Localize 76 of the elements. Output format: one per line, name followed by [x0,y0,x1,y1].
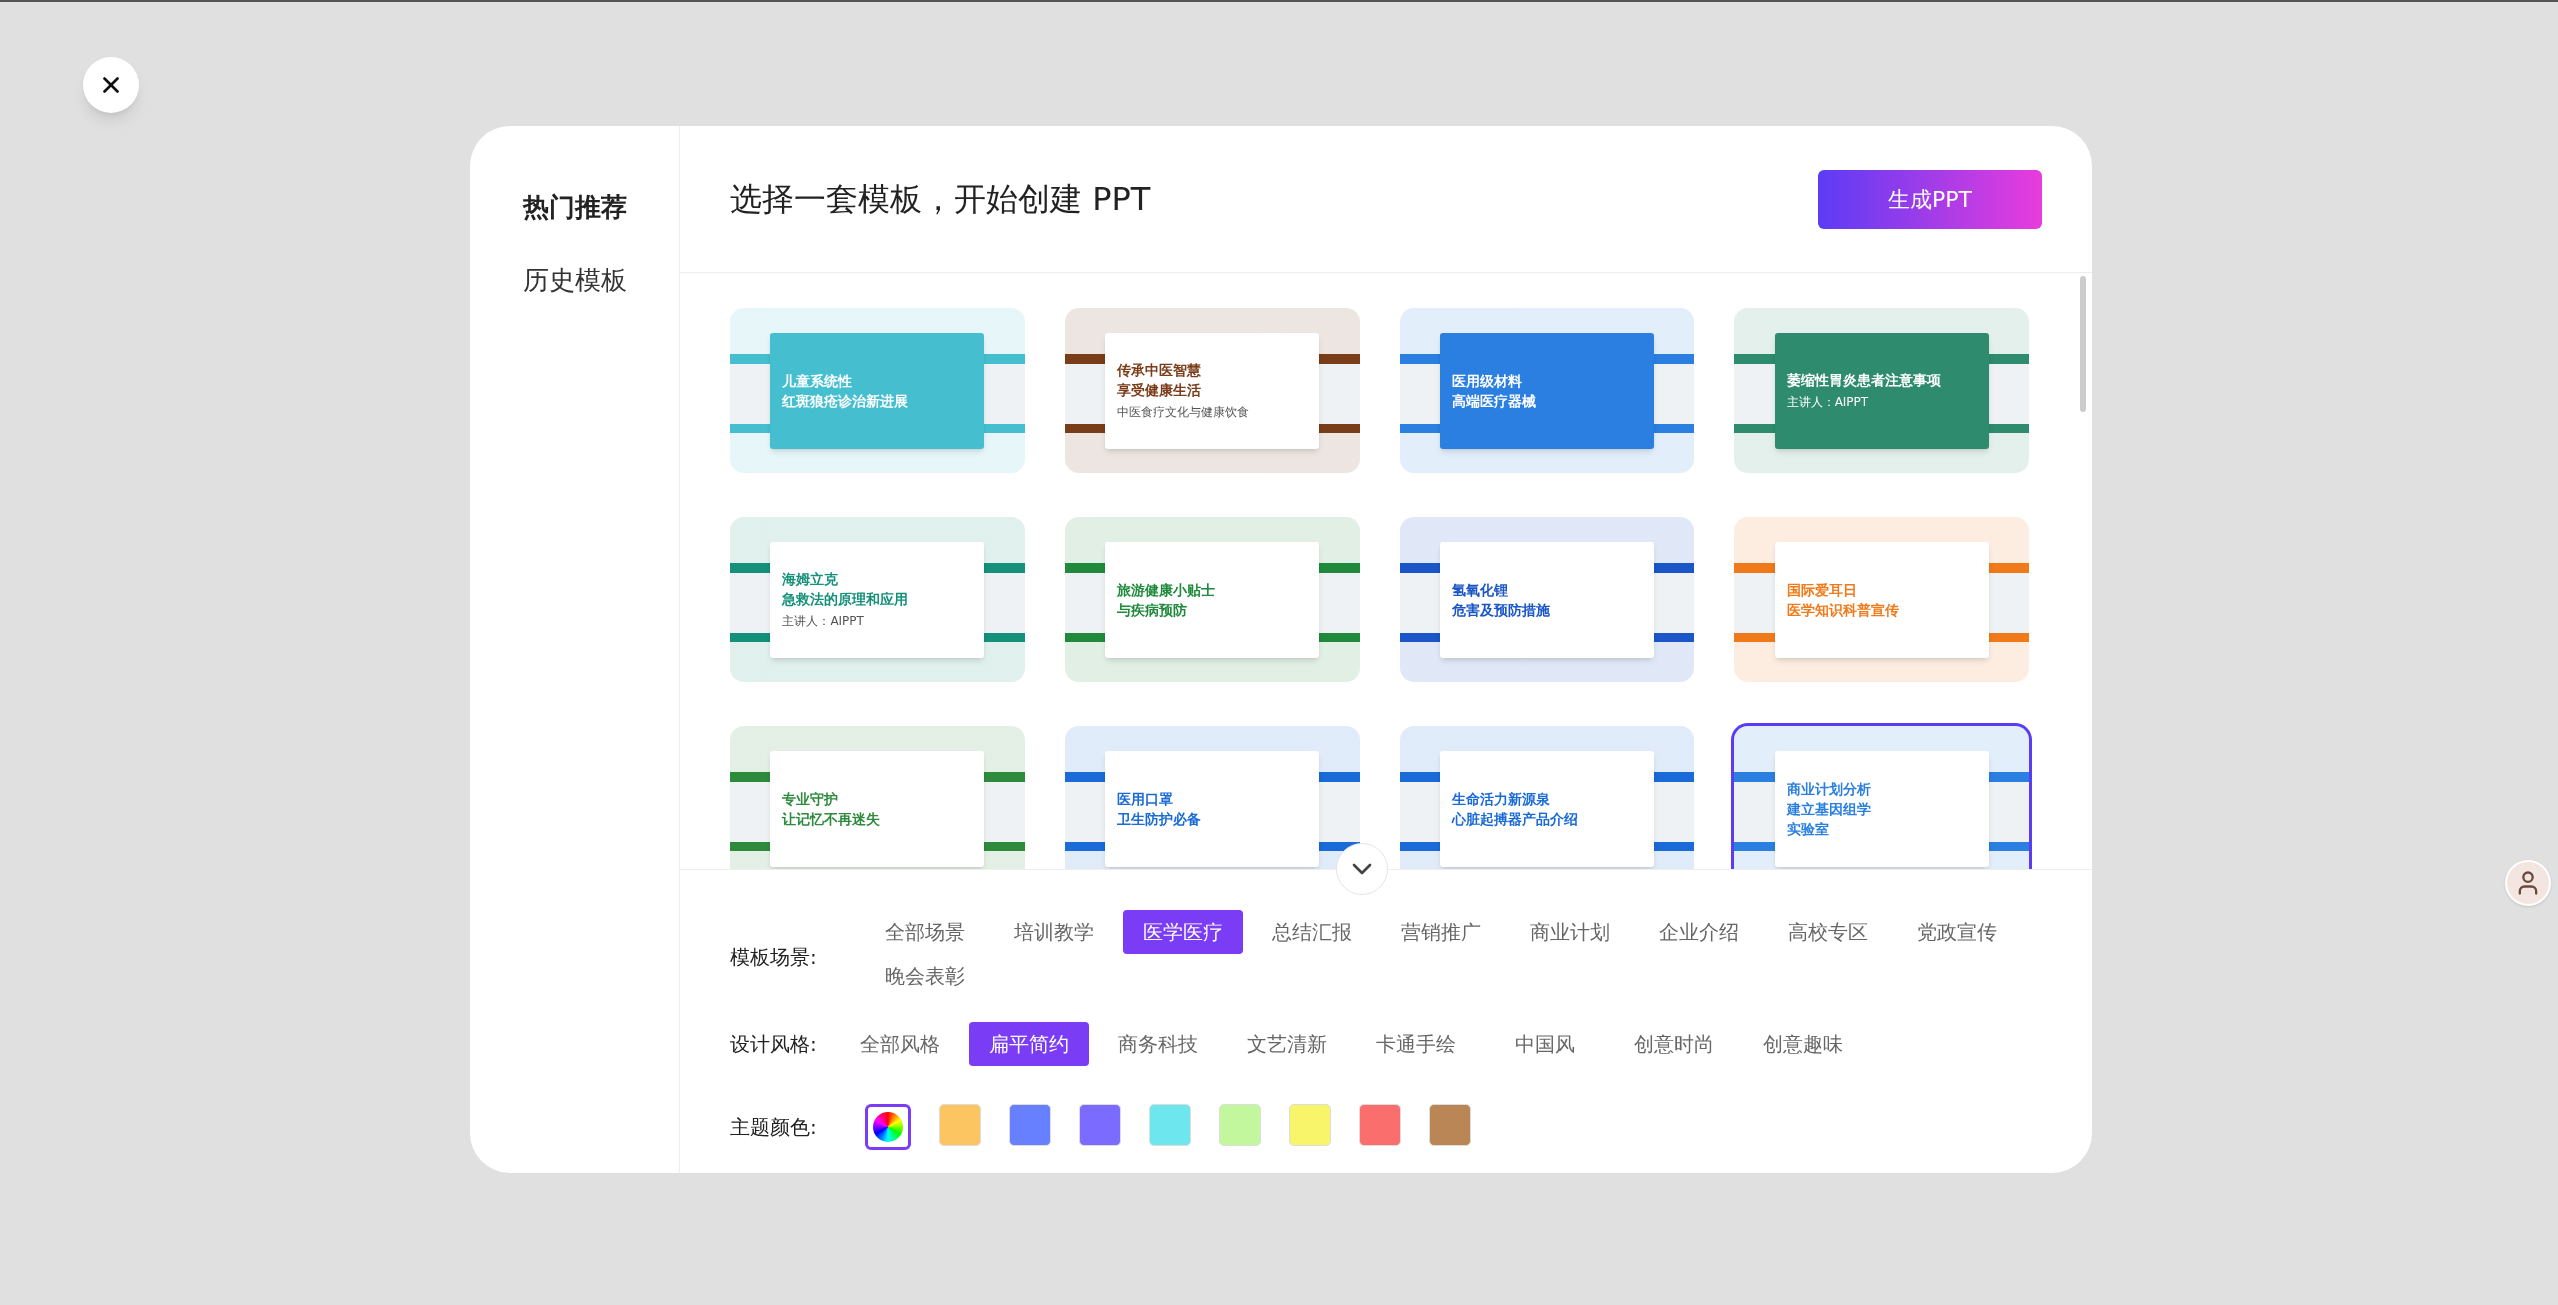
slide-title: 儿童系统性 [782,371,854,390]
template-thumbnail[interactable]: 海姆立克 急救法的原理和应用 主讲人：AIPPT [730,517,1025,682]
template-thumbnail[interactable]: 传承中医智慧 享受健康生活 中医食疗文化与健康饮食 [1064,308,1360,473]
slide-subtitle: 主讲人：AIPPT [1786,395,1870,410]
slide-title: 危害及预防措施 [1451,600,1551,619]
slide-title: 专业守护 [782,789,840,808]
slide-title: 高端医疗器械 [1451,391,1537,410]
filter-option[interactable]: 中国风 [1485,1022,1605,1066]
filter-option[interactable]: 扁平简约 [969,1022,1089,1066]
color-swatch[interactable] [1359,1104,1401,1146]
scrollbar-thumb[interactable] [2080,276,2086,412]
page-title: 选择一套模板，开始创建 PPT [730,179,1151,220]
slide-title: 与疾病预防 [1117,600,1189,619]
slide-title: 让记忆不再迷失 [782,809,882,828]
slide-title: 心脏起搏器产品介绍 [1451,809,1579,828]
filter-option[interactable]: 全部场景 [865,910,985,954]
filter-option[interactable]: 党政宣传 [1897,910,2017,954]
slide-title: 萎缩性胃炎患者注意事项 [1786,371,1942,389]
template-thumbnail[interactable]: 萎缩性胃炎患者注意事项 主讲人：AIPPT [1734,308,2029,473]
filter-option[interactable]: 商务科技 [1098,1022,1218,1066]
scroll-down-button[interactable] [1336,843,1388,895]
filter-label: 主题颜色: [730,1114,818,1141]
generate-ppt-button[interactable]: 生成PPT [1818,169,2042,229]
slide-title: 生命活力新源泉 [1451,789,1551,808]
color-swatch[interactable] [1149,1104,1191,1146]
color-wheel-icon [873,1112,903,1142]
sidebar-item[interactable]: 历史模板 [522,261,627,300]
filter-option[interactable]: 商业计划 [1510,910,1630,954]
slide-title: 医用口罩 [1117,789,1175,808]
filter-option[interactable]: 高校专区 [1768,910,1888,954]
color-swatch[interactable] [1009,1104,1051,1146]
slide-title: 享受健康生活 [1117,381,1203,399]
slide-title: 实验室 [1786,819,1830,838]
filter-option[interactable]: 医学医疗 [1123,910,1243,954]
template-thumbnail[interactable]: 医用口罩 卫生防护必备 [1064,726,1360,869]
template-thumbnail[interactable]: 商业计划分析 建立基因组学 实验室 [1734,726,2029,869]
slide-title: 国际爱耳日 [1786,580,1858,599]
color-swatch[interactable] [1289,1104,1331,1146]
template-thumbnail[interactable]: 生命活力新源泉 心脏起搏器产品介绍 [1399,726,1695,869]
slide-title: 急救法的原理和应用 [782,590,910,608]
slide-title: 红斑狼疮诊治新进展 [782,391,910,410]
close-button[interactable] [83,57,139,113]
sidebar-item[interactable]: 热门推荐 [522,188,627,227]
color-swatch[interactable] [1429,1104,1471,1146]
filter-label: 模板场景: [730,944,818,971]
filter-option[interactable]: 晚会表彰 [865,954,985,998]
filter-option[interactable]: 创意时尚 [1614,1022,1734,1066]
template-thumbnail[interactable]: 旅游健康小贴士 与疾病预防 [1064,517,1360,682]
slide-title: 卫生防护必备 [1117,809,1203,828]
filter-option[interactable]: 创意趣味 [1743,1022,1863,1066]
slide-title: 旅游健康小贴士 [1117,580,1217,599]
slide-title: 医用级材料 [1451,371,1523,390]
filter-option[interactable]: 企业介绍 [1639,910,1759,954]
assistant-avatar[interactable] [2505,860,2551,906]
filter-label: 设计风格: [730,1031,818,1058]
filter-option[interactable]: 文艺清新 [1227,1022,1347,1066]
template-thumbnail[interactable]: 氢氧化锂 危害及预防措施 [1399,517,1695,682]
slide-subtitle: 主讲人：AIPPT [782,614,865,629]
slide-title: 传承中医智慧 [1117,361,1203,379]
slide-subtitle: 中医食疗文化与健康饮食 [1117,405,1251,420]
template-thumbnail[interactable]: 专业守护 让记忆不再迷失 [730,726,1025,869]
template-thumbnail[interactable]: 医用级材料 高端医疗器械 [1399,308,1695,473]
filter-option[interactable]: 全部风格 [840,1022,960,1066]
rainbow-swatch[interactable] [865,1104,911,1150]
filter-option[interactable]: 总结汇报 [1252,910,1372,954]
slide-title: 医学知识科普宣传 [1786,600,1900,619]
slide-title: 氢氧化锂 [1451,580,1509,599]
color-swatch[interactable] [1079,1104,1121,1146]
slide-title: 商业计划分析 [1786,779,1872,798]
filter-option[interactable]: 培训教学 [994,910,1114,954]
slide-title: 建立基因组学 [1786,799,1872,818]
filter-option[interactable]: 卡通手绘 [1356,1022,1476,1066]
color-swatch[interactable] [939,1104,981,1146]
color-swatch[interactable] [1219,1104,1261,1146]
slide-title: 海姆立克 [782,570,840,588]
filter-option[interactable]: 营销推广 [1381,910,1501,954]
